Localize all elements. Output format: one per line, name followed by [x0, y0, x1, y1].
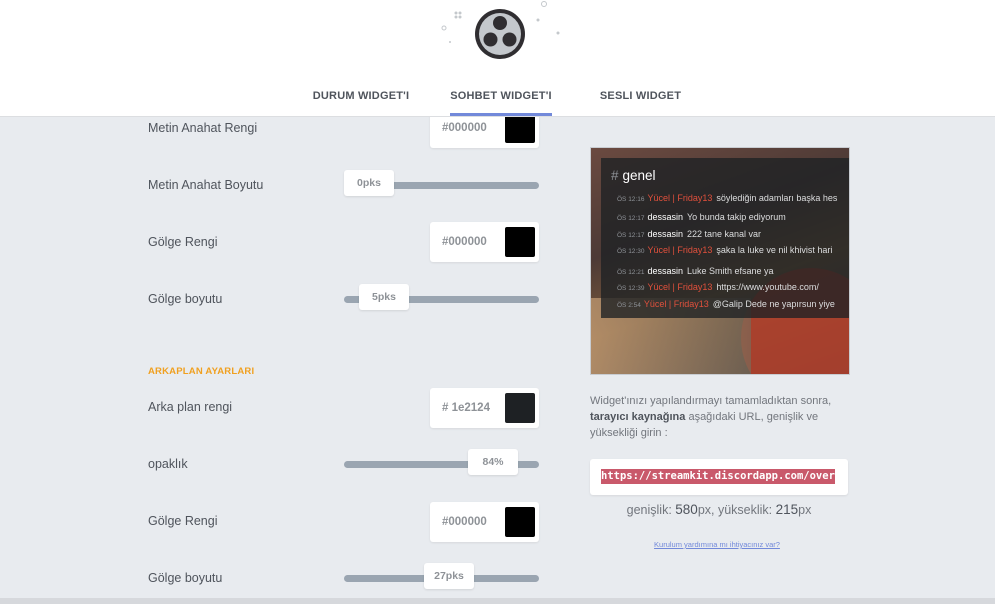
- shadow-color-label: Gölge Rengi: [148, 235, 218, 249]
- shadow-size-handle[interactable]: 5pks: [359, 284, 409, 310]
- shadow-size-label: Gölge boyutu: [148, 292, 223, 306]
- chat-message: ÖS 12:17 dessasin 222 tane kanal var: [617, 229, 762, 239]
- opacity-label: opaklık: [148, 457, 188, 471]
- bottom-edge: [0, 598, 995, 604]
- outline-size-label: Metin Anahat Boyutu: [148, 178, 264, 192]
- setup-help-link[interactable]: Kurulum yardımına mı ihtiyacınız var?: [590, 540, 844, 549]
- chat-message: ÖS 2:54 Yücel | Friday13 @Galip Dede ne ya…: [617, 299, 835, 309]
- outline-color-swatch[interactable]: [505, 117, 535, 143]
- background-section-title: ARKAPLAN AYARLARI: [148, 366, 255, 377]
- instructions-text: Widget'ınızı yapılandırmayı tamamladıkta…: [590, 395, 832, 439]
- settings-content: Metin Anahat Rengi #000000 Metin Anahat …: [0, 117, 995, 604]
- outline-color-hex: #000000: [442, 122, 487, 134]
- shadow-color-2-hex: #000000: [442, 516, 487, 528]
- shadow-size-2-label: Gölge boyutu: [148, 571, 223, 585]
- shadow-size-slider[interactable]: 5pks: [344, 284, 539, 310]
- outline-size-handle[interactable]: 0pks: [344, 170, 394, 196]
- shadow-color-2-picker[interactable]: #000000: [430, 502, 539, 542]
- opacity-slider[interactable]: 84%: [344, 449, 539, 475]
- shadow-color-swatch[interactable]: [505, 227, 535, 257]
- chat-message: ÖS 12:21 dessasin Luke Smith efsane ya: [617, 266, 774, 276]
- widget-preview: # genel ÖS 12:16 Yücel | Friday13 söylediği…: [590, 147, 850, 375]
- chat-message: ÖS 12:39 Yücel | Friday13 https://www.yout…: [617, 282, 819, 292]
- outline-color-picker[interactable]: #000000: [430, 117, 539, 148]
- dimensions-text: genişlik: 580px, yükseklik: 215px: [626, 502, 812, 517]
- overlay-url-box[interactable]: https://streamkit.discordapp.com/overlay…: [590, 459, 848, 495]
- shadow-size-2-slider[interactable]: 27pks: [344, 563, 539, 589]
- sparkle-icon: [441, 1, 560, 43]
- bg-color-swatch[interactable]: [505, 393, 535, 423]
- opacity-handle[interactable]: 84%: [468, 449, 518, 475]
- bg-color-hex: # 1e2124: [442, 402, 490, 414]
- preview-channel-header: # genel: [611, 168, 656, 183]
- widget-tabs: DURUM WIDGET'I SOHBET WIDGET'I SESLI WID…: [0, 88, 995, 116]
- channel-hash-icon: #: [611, 168, 619, 183]
- shadow-color-hex: #000000: [442, 236, 487, 248]
- chat-message: ÖS 12:17 dessasin Yo bunda takip ediyorum: [617, 212, 786, 222]
- chat-message: ÖS 12:16 Yücel | Friday13 söylediğin adaml…: [617, 193, 838, 203]
- shadow-color-2-swatch[interactable]: [505, 507, 535, 537]
- outline-color-label: Metin Anahat Rengi: [148, 121, 258, 135]
- shadow-color-picker[interactable]: #000000: [430, 222, 539, 262]
- shadow-size-2-handle[interactable]: 27pks: [424, 563, 474, 589]
- bg-color-picker[interactable]: # 1e2124: [430, 388, 539, 428]
- tab-status-widget[interactable]: DURUM WIDGET'I: [310, 88, 412, 116]
- overlay-url[interactable]: https://streamkit.discordapp.com/overlay…: [601, 469, 835, 484]
- channel-name: genel: [622, 168, 656, 183]
- tab-chat-widget[interactable]: SOHBET WIDGET'I: [450, 88, 552, 116]
- shadow-color-2-label: Gölge Rengi: [148, 514, 218, 528]
- top-bar: DURUM WIDGET'I SOHBET WIDGET'I SESLI WID…: [0, 0, 995, 117]
- outline-size-slider[interactable]: 0pks: [344, 170, 539, 196]
- bg-color-label: Arka plan rengi: [148, 400, 233, 414]
- chat-message: ÖS 12:30 Yücel | Friday13 şaka la luke ve …: [617, 245, 833, 255]
- preview-chat-panel: # genel ÖS 12:16 Yücel | Friday13 söylediği…: [601, 158, 849, 318]
- tab-voice-widget[interactable]: SESLI WIDGET: [598, 88, 683, 116]
